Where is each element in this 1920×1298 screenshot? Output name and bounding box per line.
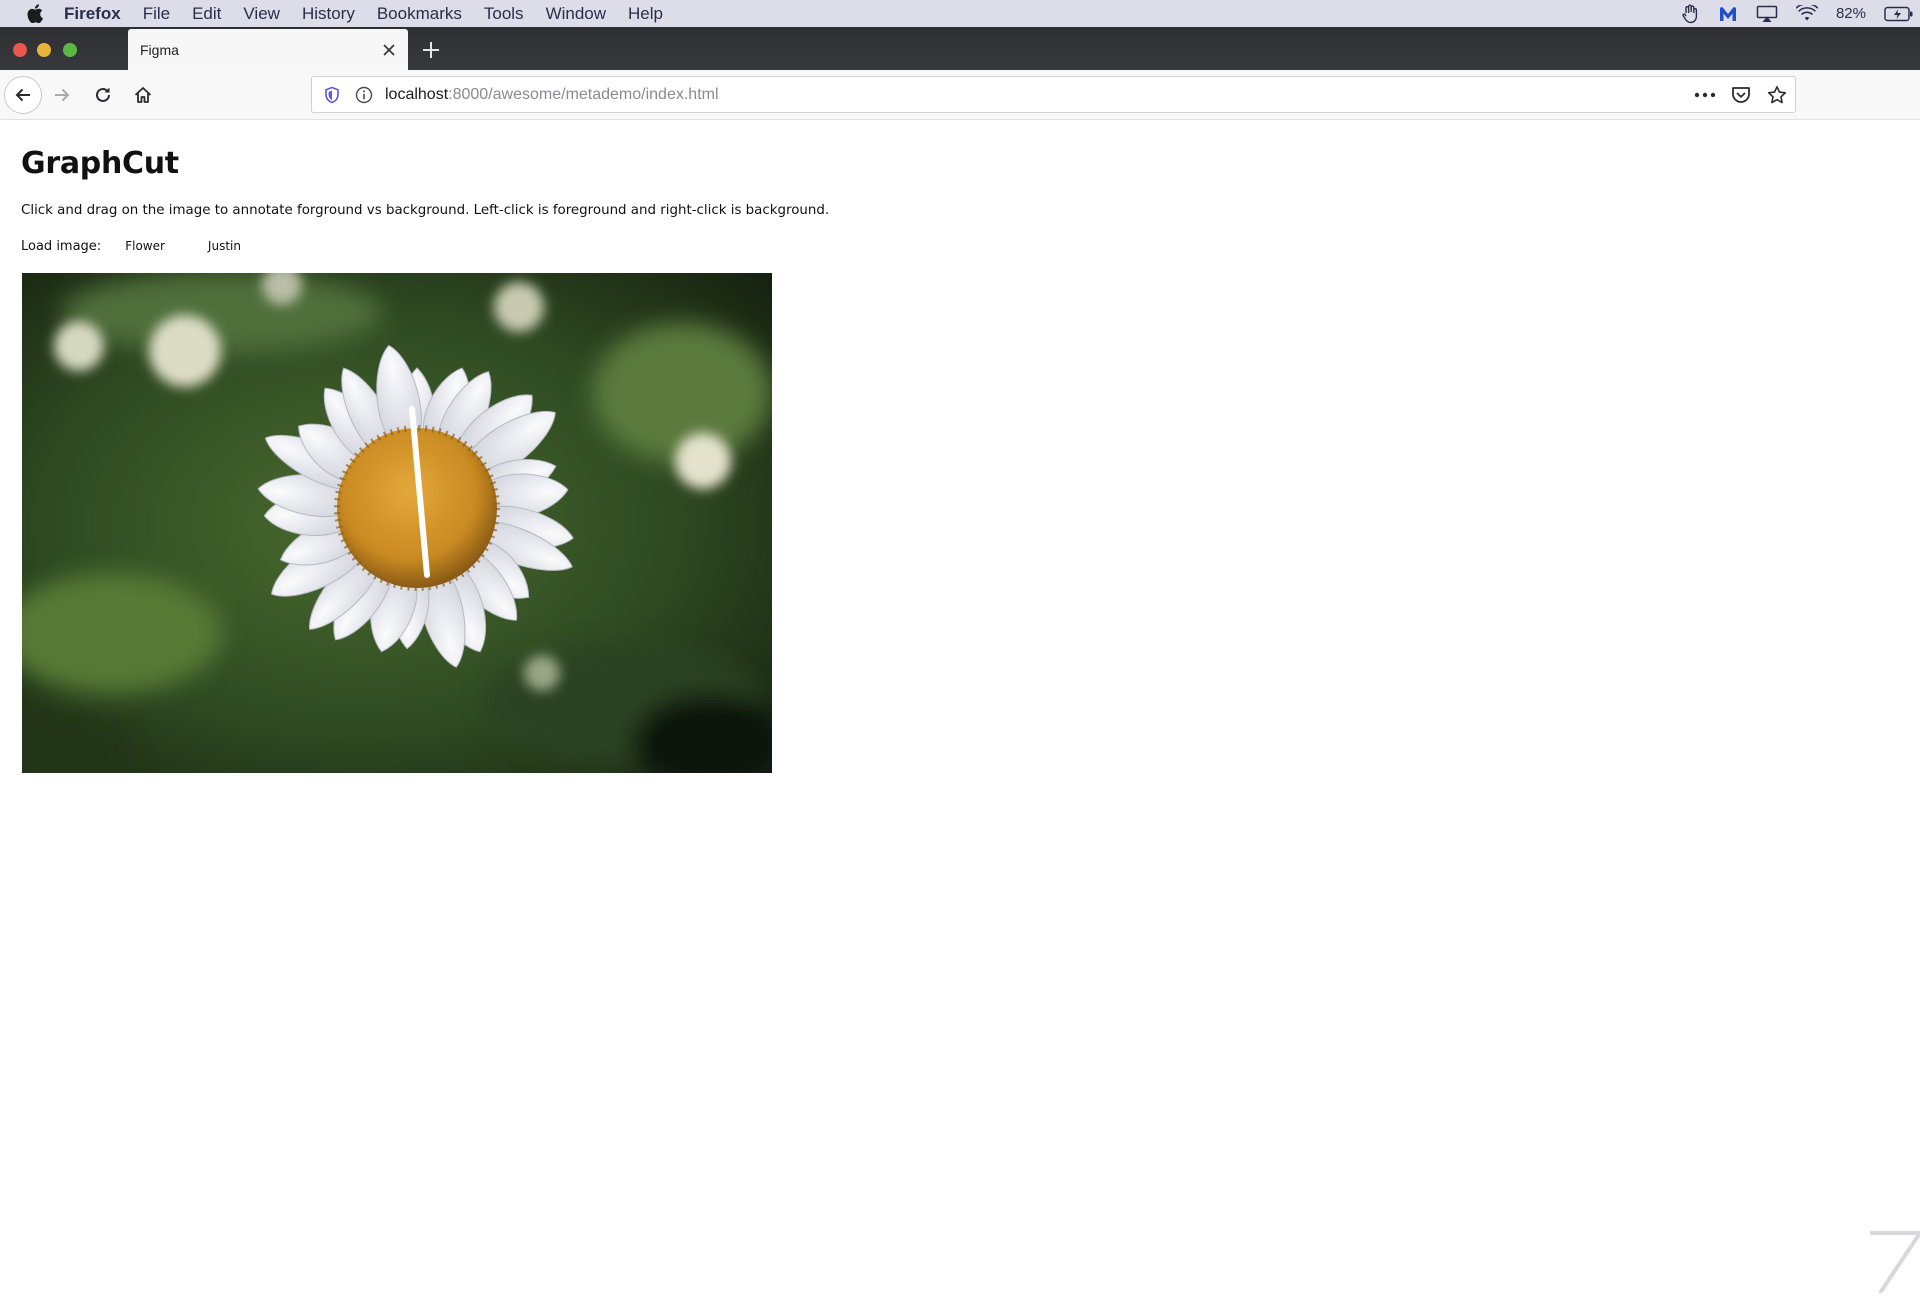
reload-button[interactable] [86,78,120,112]
macos-menu-bar: Firefox File Edit View History Bookmarks… [0,0,1920,27]
url-host: localhost [385,85,449,103]
tab-strip: Figma [0,27,1920,70]
daisy-image [22,273,772,773]
tab-title: Figma [140,41,179,58]
home-button[interactable] [126,78,160,112]
menu-history[interactable]: History [302,4,355,24]
bookmark-star-icon[interactable] [1765,83,1789,107]
menu-help[interactable]: Help [628,4,663,24]
window-zoom-button[interactable] [63,43,77,57]
load-image-row: Load image: Flower Justin [21,237,245,255]
menu-window[interactable]: Window [546,4,606,24]
menu-edit[interactable]: Edit [192,4,221,24]
back-button[interactable] [4,76,42,114]
close-tab-icon[interactable] [374,35,404,65]
flower-button[interactable]: Flower [121,237,169,255]
info-icon[interactable] [352,83,376,107]
page-content: GraphCut Click and drag on the image to … [0,121,1920,1295]
menu-file[interactable]: File [143,4,170,24]
tab-figma[interactable]: Figma [128,29,408,70]
watermark-logo [1860,1223,1920,1295]
page-title: GraphCut [21,146,179,181]
load-image-label: Load image: [21,238,102,254]
window-close-button[interactable] [13,43,27,57]
menu-view[interactable]: View [243,4,280,24]
status-area: 82% [1682,0,1920,27]
shield-icon[interactable] [320,83,344,107]
window-minimize-button[interactable] [37,43,51,57]
navigation-toolbar: localhost:8000/awesome/metademo/index.ht… [0,70,1920,120]
url-path: :8000/awesome/metademo/index.html [448,85,719,103]
menu-tools[interactable]: Tools [484,4,524,24]
hand-icon[interactable] [1682,4,1700,24]
annotation-canvas[interactable] [22,273,772,773]
malwarebytes-icon[interactable] [1718,5,1738,23]
url-text[interactable]: localhost:8000/awesome/metademo/index.ht… [385,86,719,104]
forward-button[interactable] [45,78,79,112]
address-bar[interactable]: localhost:8000/awesome/metademo/index.ht… [311,76,1796,113]
menu-bookmarks[interactable]: Bookmarks [377,4,462,24]
page-description: Click and drag on the image to annotate … [21,203,830,218]
page-actions-icon[interactable] [1693,83,1717,107]
airplay-icon[interactable] [1756,5,1778,23]
address-bar-actions [1693,77,1795,112]
new-tab-button[interactable] [416,35,446,65]
battery-icon[interactable] [1884,6,1914,22]
battery-percent: 82% [1835,5,1866,22]
apple-icon[interactable] [20,4,50,23]
menu-app-name[interactable]: Firefox [64,4,121,24]
justin-button[interactable]: Justin [204,237,245,255]
wifi-icon[interactable] [1795,5,1818,22]
pocket-icon[interactable] [1729,83,1753,107]
